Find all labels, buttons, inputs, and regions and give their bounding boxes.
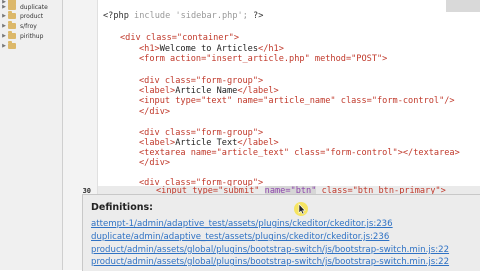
label-close-tag: </label> (237, 138, 279, 148)
h1-text: Welcome to Articles (159, 44, 259, 54)
div-close-tag: </div> (139, 107, 171, 117)
code-line[interactable]: </div> (139, 107, 170, 118)
label-open-tag: <label> (139, 86, 176, 96)
label-text: Article Text (175, 138, 238, 148)
form-open-tag: <form action="insert_article.php" method… (139, 54, 388, 64)
mouse-cursor-icon (294, 202, 308, 216)
div-close-tag: </div> (139, 158, 171, 168)
php-close-token: ?> (247, 11, 264, 21)
code-line[interactable]: <textarea name="article_text" class="for… (139, 148, 460, 159)
code-line[interactable]: </div> (139, 158, 170, 169)
div-container-tag: <div class="container"> (120, 33, 239, 43)
div-form-group-tag: <div class="form-group"> (139, 128, 264, 138)
expand-arrow-icon[interactable]: ▶ (0, 13, 8, 19)
definitions-title: Definitions: (91, 202, 153, 213)
h1-open-tag: <h1> (139, 44, 160, 54)
definition-link[interactable]: duplicate/admin/adaptive_test/assets/plu… (91, 231, 389, 243)
definition-link[interactable]: product/admin/assets/global/plugins/boot… (91, 256, 449, 268)
div-form-group-tag: <div class="form-group"> (139, 76, 264, 86)
label-text: Article Name (175, 86, 238, 96)
file-tree-sidebar: ▶ ▶ duplicate ▶ product ▶ s/froy ▶ pirit… (0, 0, 63, 270)
folder-icon (8, 2, 16, 10)
code-line[interactable]: <?php include 'sidebar.php'; ?> (103, 11, 263, 22)
code-line[interactable]: <input type="text" name="article_name" c… (139, 96, 455, 107)
folder-icon (8, 11, 16, 19)
folder-icon (8, 31, 16, 39)
folder-label: product (20, 12, 44, 20)
editor-minimap[interactable] (446, 0, 480, 12)
folder-item-sfroy[interactable]: ▶ s/froy (0, 21, 62, 31)
code-line[interactable]: <div class="container"> (120, 33, 239, 44)
definitions-popup: Definitions: attempt-1/admin/adaptive_te… (82, 194, 480, 271)
php-open-token: <?php (103, 11, 135, 21)
expand-arrow-icon[interactable]: ▶ (0, 23, 8, 29)
folder-item-product[interactable]: ▶ product (0, 11, 62, 21)
folder-label: s/froy (20, 22, 37, 30)
folder-icon (8, 41, 16, 49)
definition-link[interactable]: attempt-1/admin/adaptive_test/assets/plu… (91, 218, 393, 230)
folder-item-pirithup[interactable]: ▶ pirithup (0, 31, 62, 41)
code-line[interactable]: <form action="insert_article.php" method… (139, 54, 387, 65)
include-statement: include 'sidebar.php'; (134, 11, 248, 21)
folder-label: pirithup (20, 32, 44, 40)
expand-arrow-icon[interactable]: ▶ (0, 33, 8, 39)
expand-arrow-icon[interactable]: ▶ (0, 43, 8, 49)
textarea-tag: <textarea name="article_text" class="for… (139, 148, 460, 158)
folder-label: duplicate (20, 3, 48, 11)
label-close-tag: </label> (237, 86, 279, 96)
folder-icon (8, 21, 16, 29)
expand-arrow-icon[interactable]: ▶ (0, 4, 8, 10)
folder-item[interactable]: ▶ (0, 41, 62, 51)
label-open-tag: <label> (139, 138, 176, 148)
h1-close-tag: </h1> (258, 44, 284, 54)
input-text-tag: <input type="text" name="article_name" c… (139, 96, 455, 106)
definition-link[interactable]: product/admin/assets/global/plugins/boot… (91, 244, 449, 256)
